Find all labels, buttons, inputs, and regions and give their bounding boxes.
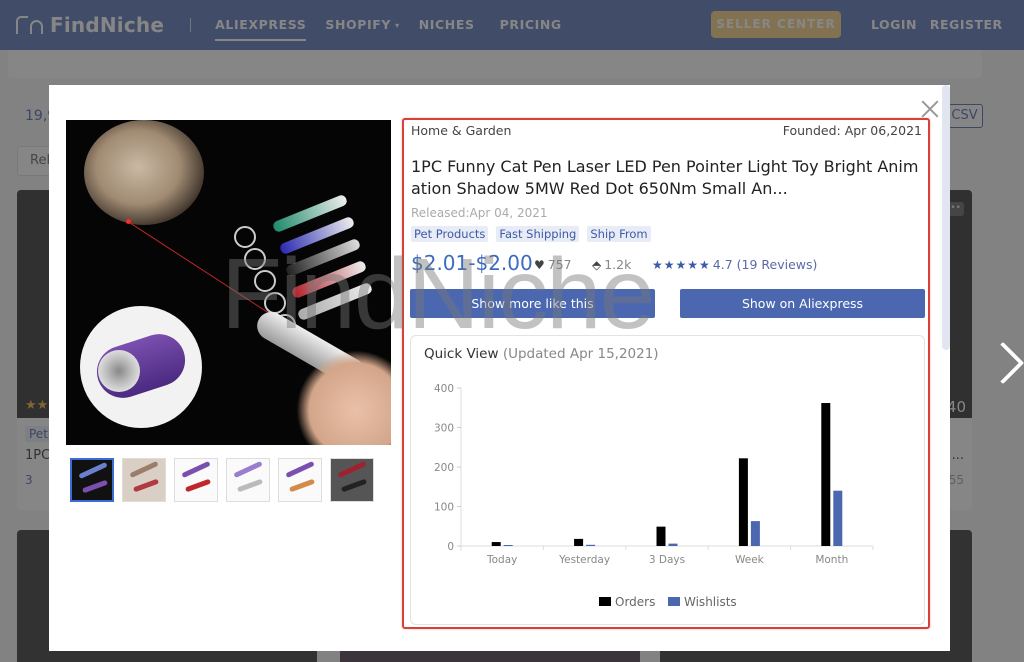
thumbnail[interactable] [330,458,374,502]
thumbnail[interactable] [226,458,270,502]
product-tags: Pet Products Fast Shipping Ship From [411,226,659,242]
x-tick-label: Yesterday [558,554,610,566]
tag-count: 1.2k [604,257,632,272]
heart-icon: ♥ [534,257,545,272]
y-tick-label: 0 [447,541,454,553]
bar-orders [574,538,584,546]
thumbnail[interactable] [70,458,114,502]
product-main-image [66,120,391,445]
laser-dot [126,219,131,224]
quick-view-label: Quick View [424,346,499,362]
product-detail-panel: Home & Garden Founded: Apr 06,2021 1PC F… [402,118,930,629]
lens-closeup [80,306,202,428]
close-icon[interactable] [920,99,940,119]
released-date: Released:Apr 04, 2021 [411,206,548,220]
quick-view-panel: Quick View (Updated Apr 15,2021) 0 100 200… [410,335,925,625]
bar-wishlists [833,490,843,546]
review-count: (19 Reviews) [736,257,818,272]
hand [296,350,391,445]
thumbnail[interactable] [278,458,322,502]
legend-swatch-wishlists [668,597,680,606]
bar-orders [738,458,748,546]
modal-scrollbar[interactable] [942,85,950,350]
thumbnail[interactable] [122,458,166,502]
star-rating-icon: ★★★★★ [652,257,711,272]
keyring [234,226,256,248]
quick-view-chart: 0 100 200 300 400 Today Yesterday 3 Days Week Mon… [434,383,874,609]
x-tick-label: 3 Days [649,554,685,566]
legend-swatch-orders [599,597,611,606]
product-category[interactable]: Home & Garden [411,123,511,138]
show-more-like-this-button[interactable]: Show more like this [410,289,655,318]
tags-stat: ⬘ 1.2k [592,257,631,272]
quick-view-updated: (Updated Apr 15,2021) [502,346,659,362]
rating-value: 4.7 [712,257,733,272]
next-product-arrow-icon[interactable] [986,340,1020,396]
likes-stat: ♥ 757 [534,257,572,272]
tag-fast-shipping[interactable]: Fast Shipping [496,226,580,242]
bar-wishlists [750,521,760,546]
x-tick-label: Week [735,554,765,566]
tag-ship-from[interactable]: Ship From [587,226,651,242]
keyring [254,270,276,292]
thumbnail[interactable] [174,458,218,502]
x-tick-label: Month [815,554,848,566]
product-title: 1PC Funny Cat Pen Laser LED Pen Pointer … [411,157,919,198]
y-tick-label: 300 [434,423,454,435]
keyring [244,248,266,270]
bar-wishlists [586,544,596,546]
keyring [264,292,286,314]
tag-pet-products[interactable]: Pet Products [411,226,489,242]
y-tick-label: 100 [434,502,454,514]
quick-view-title: Quick View (Updated Apr 15,2021) [424,346,659,362]
thumbnail-strip [70,458,382,502]
x-tick-label: Today [486,554,517,566]
bar-wishlists [503,545,513,546]
y-tick-label: 400 [434,383,454,395]
bar-orders [821,403,831,546]
product-detail-modal: FindNiche Home & Garden Founded: Apr 06,… [49,85,950,651]
cat-image [84,120,204,225]
founded-date: Founded: Apr 06,2021 [782,123,922,138]
legend-label-orders: Orders [615,595,655,609]
show-on-aliexpress-button[interactable]: Show on Aliexpress [680,289,925,318]
product-price: $2.01-$2.00 [411,251,533,275]
y-tick-label: 200 [434,462,454,474]
rating-stat: ★★★★★ 4.7 (19 Reviews) [652,257,817,272]
bar-orders [656,526,666,546]
bar-wishlists [668,543,678,546]
likes-count: 757 [547,257,572,272]
bar-orders [491,542,501,546]
tag-icon: ⬘ [592,257,602,272]
legend-label-wishlists: Wishlists [684,595,737,609]
